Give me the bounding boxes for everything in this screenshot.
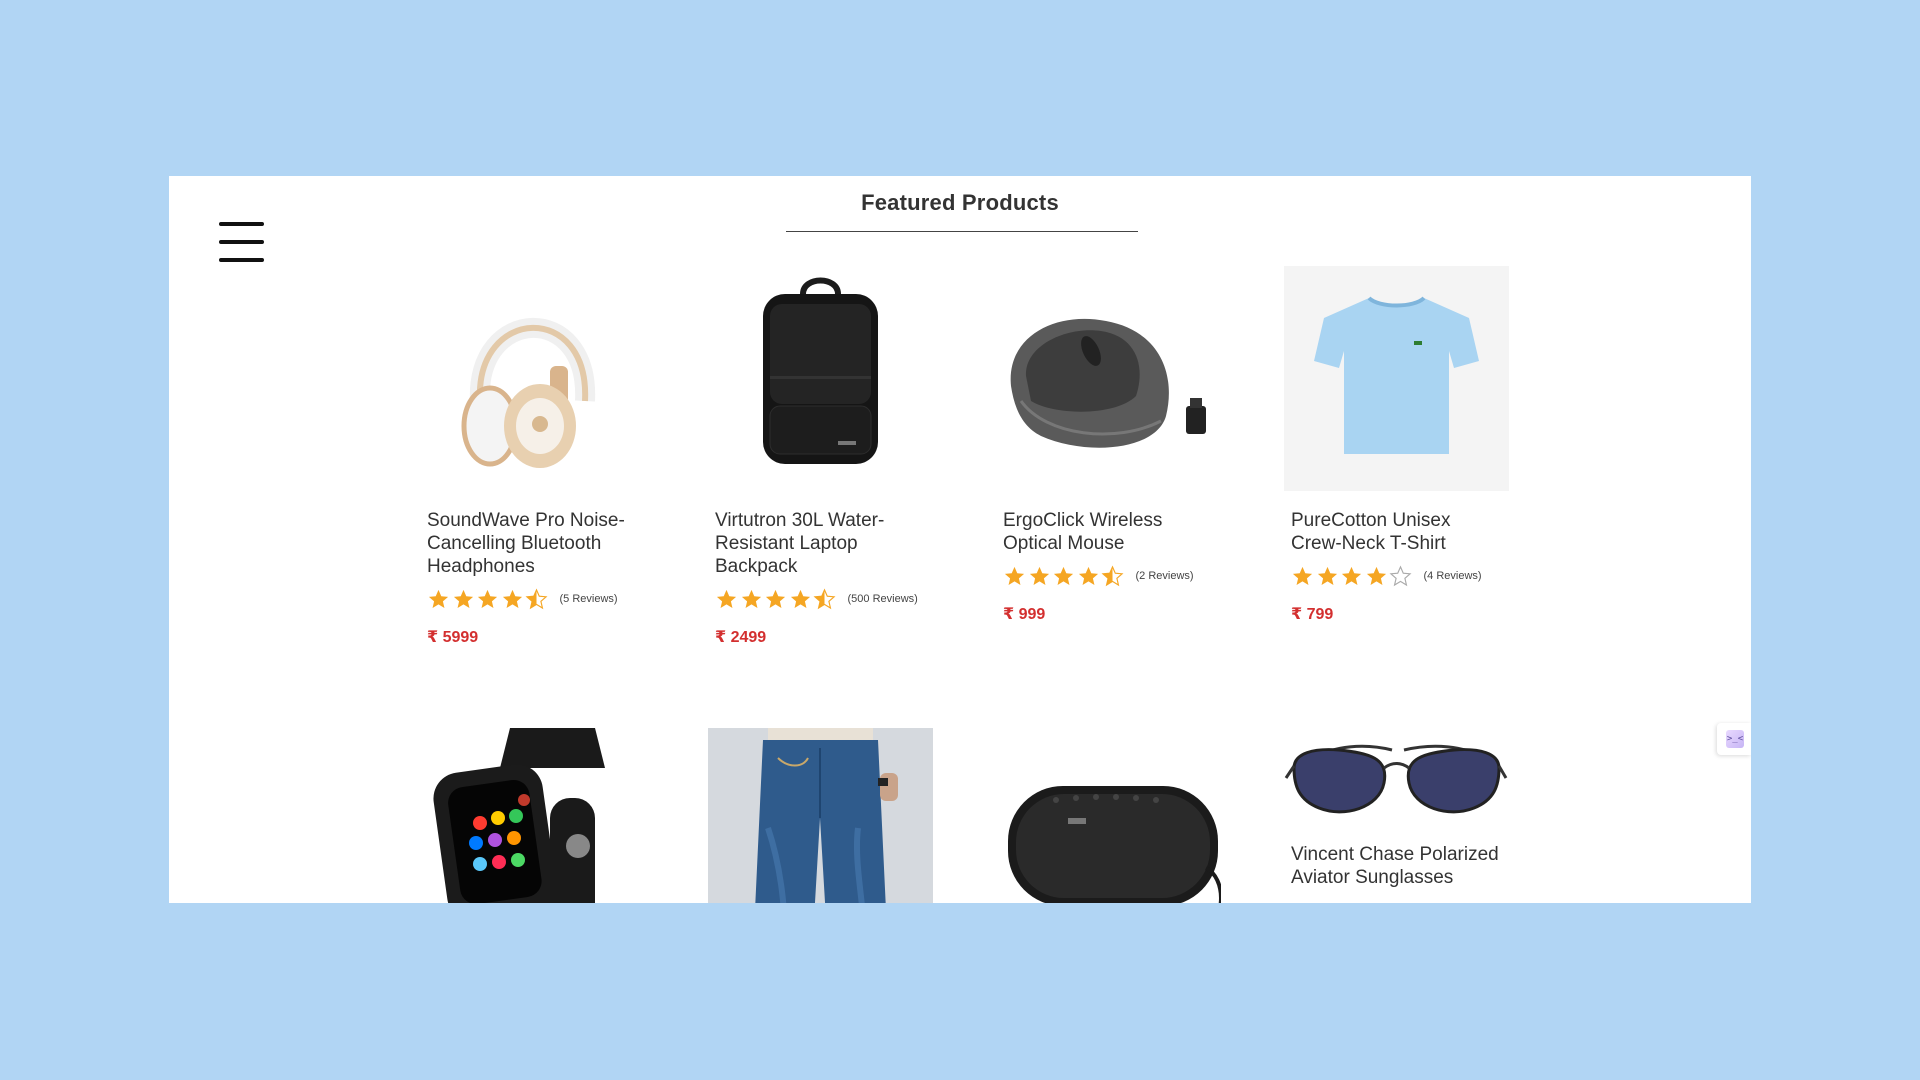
jeans-image[interactable]	[708, 728, 933, 903]
product-rating: (5 Reviews)	[427, 586, 645, 612]
review-count: (500 Reviews)	[847, 593, 918, 605]
backpack-image[interactable]	[708, 266, 933, 491]
product-price: ₹ 799	[1291, 606, 1334, 623]
product-name[interactable]: SoundWave Pro Noise-Cancelling Bluetooth…	[427, 509, 642, 578]
mouse-image[interactable]	[996, 266, 1221, 491]
product-rating: (2 Reviews)	[1003, 563, 1221, 589]
product-rating: (500 Reviews)	[715, 586, 933, 612]
star-empty-icon	[1389, 564, 1412, 586]
star-full-icon	[1317, 566, 1337, 585]
product-price: ₹ 5999	[427, 629, 479, 646]
star-full-icon	[1341, 566, 1362, 585]
star-full-icon	[1078, 566, 1098, 585]
product-card[interactable]	[996, 728, 1221, 903]
star-full-icon	[1366, 566, 1386, 585]
side-widget-button[interactable]: >_<	[1717, 723, 1751, 755]
star-full-icon	[502, 589, 522, 608]
review-count: (2 Reviews)	[1135, 570, 1194, 582]
product-rating: (4 Reviews)	[1291, 563, 1509, 589]
star-half-icon	[1101, 564, 1124, 586]
product-card[interactable]: PureCotton Unisex Crew-Neck T-Shirt (4 R…	[1284, 266, 1509, 624]
product-grid: SoundWave Pro Noise-Cancelling Bluetooth…	[169, 176, 1751, 903]
product-card[interactable]: ErgoClick Wireless Optical Mouse (2 Revi…	[996, 266, 1221, 624]
review-count: (4 Reviews)	[1423, 570, 1482, 582]
product-card[interactable]: Vincent Chase Polarized Aviator Sunglass…	[1284, 728, 1509, 889]
star-full-icon	[790, 589, 810, 608]
star-half-icon	[813, 587, 836, 609]
star-full-icon	[716, 589, 737, 608]
headphones-image[interactable]	[420, 266, 645, 491]
star-half-icon	[525, 587, 548, 609]
star-full-icon	[1004, 566, 1025, 585]
smartwatch-image[interactable]	[420, 728, 645, 903]
product-name[interactable]: Vincent Chase Polarized Aviator Sunglass…	[1291, 843, 1506, 889]
product-name[interactable]: PureCotton Unisex Crew-Neck T-Shirt	[1291, 509, 1506, 555]
star-full-icon	[765, 589, 786, 608]
tshirt-image[interactable]	[1284, 266, 1509, 491]
product-card[interactable]: SoundWave Pro Noise-Cancelling Bluetooth…	[420, 266, 645, 647]
product-name[interactable]: ErgoClick Wireless Optical Mouse	[1003, 509, 1218, 555]
product-card[interactable]	[708, 728, 933, 903]
review-count: (5 Reviews)	[559, 593, 618, 605]
star-full-icon	[1292, 566, 1313, 585]
product-price: ₹ 999	[1003, 606, 1046, 623]
star-full-icon	[453, 589, 473, 608]
sunglasses-image[interactable]	[1284, 728, 1509, 823]
star-full-icon	[477, 589, 498, 608]
widget-icon: >_<	[1726, 730, 1744, 748]
page-frame: Featured Products SoundWave Pro Noise-Ca…	[169, 176, 1751, 903]
product-name[interactable]: Virtutron 30L Water-Resistant Laptop Bac…	[715, 509, 930, 578]
product-price: ₹ 2499	[715, 629, 767, 646]
speaker-image[interactable]	[996, 728, 1221, 903]
star-full-icon	[1053, 566, 1074, 585]
product-card[interactable]: Virtutron 30L Water-Resistant Laptop Bac…	[708, 266, 933, 647]
star-full-icon	[741, 589, 761, 608]
star-full-icon	[1029, 566, 1049, 585]
product-card[interactable]	[420, 728, 645, 903]
star-full-icon	[428, 589, 449, 608]
